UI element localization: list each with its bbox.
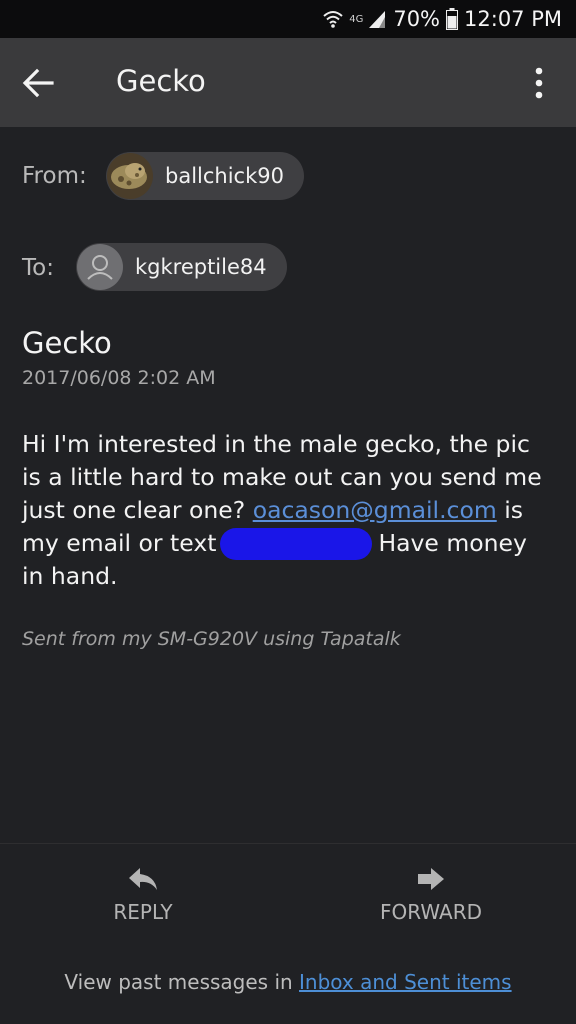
battery-icon: [446, 8, 459, 30]
recipient-chip[interactable]: kgkreptile84: [76, 243, 287, 291]
redaction-mark: [220, 528, 373, 560]
forward-label: FORWARD: [380, 900, 482, 924]
reply-button[interactable]: REPLY: [43, 860, 243, 924]
network-type: 4G: [349, 13, 364, 25]
message-date: 2017/06/08 2:02 AM: [22, 367, 216, 389]
footer-text: View past messages in: [64, 970, 293, 994]
recipient-name: kgkreptile84: [135, 255, 267, 279]
signature: Sent from my SM-G920V using Tapatalk: [22, 628, 401, 650]
reply-icon: [129, 868, 157, 890]
person-icon: [77, 244, 123, 290]
arrow-back-icon[interactable]: [22, 68, 54, 98]
page-title: Gecko: [116, 64, 206, 98]
to-label: To:: [22, 255, 54, 281]
reply-label: REPLY: [113, 900, 173, 924]
forward-icon: [418, 868, 444, 890]
divider: [0, 843, 576, 844]
footer: View past messages in Inbox and Sent ite…: [0, 970, 576, 994]
app-bar: Gecko: [0, 38, 576, 127]
wifi-icon: [323, 11, 343, 28]
battery-percent: 70%: [393, 7, 441, 31]
more-vert-icon[interactable]: [531, 67, 547, 99]
sender-chip[interactable]: ballchick90: [106, 152, 304, 200]
forward-button[interactable]: FORWARD: [331, 860, 531, 924]
message-subject: Gecko: [22, 326, 112, 360]
inbox-sent-link[interactable]: Inbox and Sent items: [299, 970, 512, 994]
signal-icon: [369, 11, 386, 28]
message-body: Hi I'm interested in the male gecko, the…: [22, 428, 552, 593]
email-link[interactable]: oacason@gmail.com: [253, 496, 497, 524]
status-bar: 4G 70% 12:07 PM: [0, 0, 576, 38]
sender-avatar: [107, 153, 153, 199]
clock: 12:07 PM: [464, 7, 562, 31]
from-label: From:: [22, 163, 87, 189]
sender-name: ballchick90: [165, 164, 284, 188]
